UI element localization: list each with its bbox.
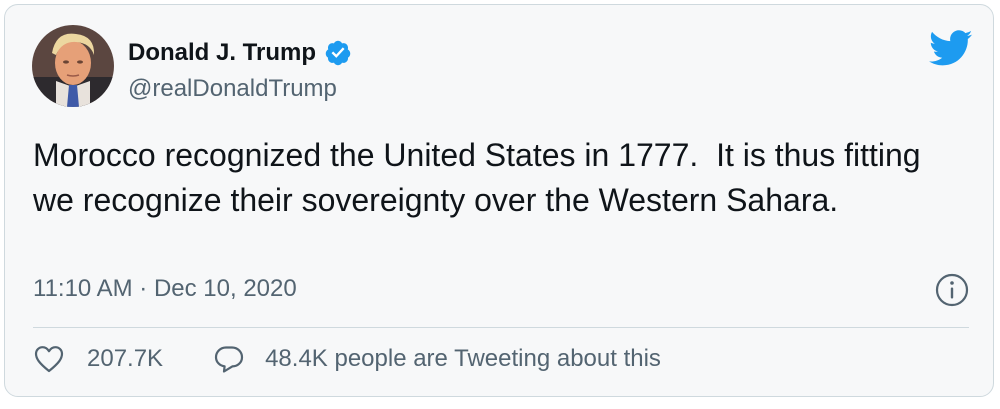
engagement-bar: 207.7K 48.4K people are Tweeting about t… [33, 344, 661, 374]
tweet-text: Morocco recognized the United States in … [33, 137, 930, 218]
verified-badge-icon [324, 39, 352, 67]
tweeting-about-button[interactable]: 48.4K people are Tweeting about this [213, 344, 661, 374]
like-button[interactable]: 207.7K [33, 344, 163, 374]
heart-icon [33, 344, 65, 374]
info-icon[interactable] [934, 272, 970, 308]
divider [33, 327, 969, 328]
tweeting-about-text: 48.4K people are Tweeting about this [265, 345, 661, 372]
like-count: 207.7K [87, 345, 164, 372]
tweet-card: Donald J. Trump @realDonaldTrump Morocco… [4, 4, 994, 397]
tweet-timestamp[interactable]: 11:10 AM · Dec 10, 2020 [33, 275, 297, 303]
twitter-bird-icon[interactable] [927, 28, 973, 68]
author-handle[interactable]: @realDonaldTrump [128, 75, 337, 103]
speech-bubble-icon [213, 344, 245, 374]
author-name[interactable]: Donald J. Trump [128, 39, 316, 67]
author-name-row[interactable]: Donald J. Trump [128, 39, 352, 67]
avatar[interactable] [32, 25, 114, 107]
